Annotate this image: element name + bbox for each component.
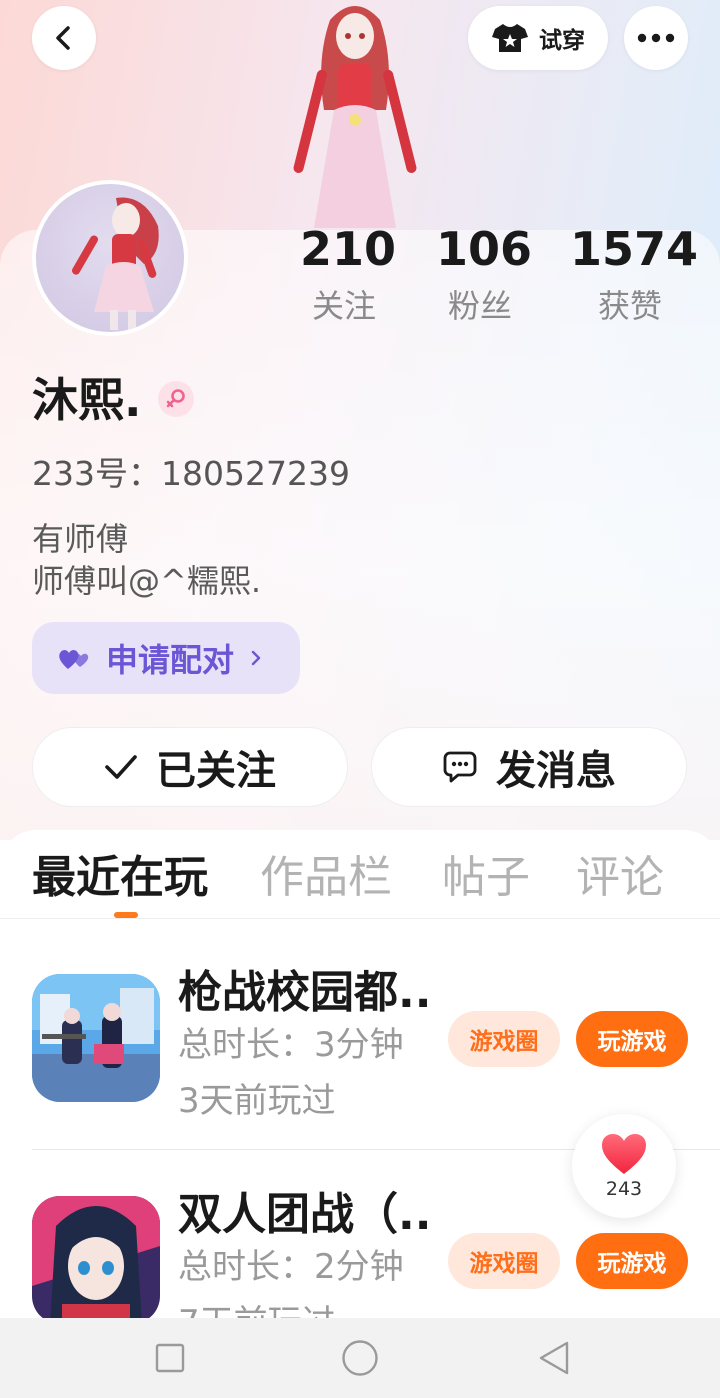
follow-button[interactable]: 已关注 xyxy=(32,727,348,807)
system-navigation-bar xyxy=(0,1318,720,1398)
following-label: 关注 xyxy=(311,287,376,325)
tshirt-icon xyxy=(492,24,528,52)
tab-recently-played[interactable]: 最近在玩 xyxy=(32,848,208,908)
chat-bubble-icon xyxy=(443,751,477,783)
game-duration: 总时长：2分钟 xyxy=(178,1247,404,1287)
try-on-label: 试穿 xyxy=(539,28,585,54)
heart-icon xyxy=(602,1134,646,1174)
more-options-button[interactable] xyxy=(624,6,688,70)
tab-comments[interactable]: 评论 xyxy=(576,848,664,908)
likes-count: 1574 xyxy=(570,222,699,276)
user-id: 233号：180527239 xyxy=(32,454,350,493)
send-message-button[interactable]: 发消息 xyxy=(371,727,687,807)
followers-count: 106 xyxy=(436,222,533,276)
checkmark-icon xyxy=(105,755,137,779)
pair-request-button[interactable]: 申请配对 xyxy=(32,622,300,694)
game-circle-button[interactable]: 游戏圈 xyxy=(448,1011,560,1067)
game-circle-button[interactable]: 游戏圈 xyxy=(448,1233,560,1289)
game-duration: 总时长：3分钟 xyxy=(178,1025,404,1065)
tab-posts[interactable]: 帖子 xyxy=(442,848,530,908)
following-stat[interactable]: 210 关注 xyxy=(300,222,397,328)
bio: 有师傅 师傅叫@^糯熙. xyxy=(32,518,261,602)
bio-line: 有师傅 xyxy=(32,520,129,558)
tab-works[interactable]: 作品栏 xyxy=(260,848,392,908)
recent-apps-button[interactable] xyxy=(150,1338,190,1378)
game-title: 双人团战（... xyxy=(178,1189,434,1240)
back-button[interactable] xyxy=(32,6,96,70)
square-icon xyxy=(155,1343,185,1373)
game-icon xyxy=(32,1196,160,1324)
try-on-button[interactable]: 试穿 xyxy=(468,6,608,70)
play-game-button[interactable]: 玩游戏 xyxy=(576,1011,688,1067)
chevron-left-icon xyxy=(56,26,70,50)
home-button[interactable] xyxy=(340,1338,380,1378)
back-nav-button[interactable] xyxy=(534,1338,574,1378)
play-game-button[interactable]: 玩游戏 xyxy=(576,1233,688,1289)
circle-icon xyxy=(342,1340,378,1376)
female-icon xyxy=(166,389,185,408)
double-heart-icon xyxy=(59,650,89,669)
pair-request-label: 申请配对 xyxy=(106,641,235,679)
username: 沐熙. xyxy=(32,373,142,427)
bio-line: 师傅叫@^糯熙. xyxy=(32,562,261,600)
avatar-image xyxy=(36,184,184,332)
following-count: 210 xyxy=(300,222,397,276)
likes-label: 获赞 xyxy=(597,287,662,325)
game-title: 枪战校园都... xyxy=(178,967,434,1018)
gender-badge xyxy=(158,381,194,417)
followers-label: 粉丝 xyxy=(447,287,512,325)
avatar[interactable] xyxy=(32,180,188,336)
follow-label: 已关注 xyxy=(156,748,276,794)
more-icon xyxy=(637,33,675,43)
character-avatar-figure xyxy=(293,6,417,228)
tab-divider xyxy=(0,918,720,919)
triangle-back-icon xyxy=(539,1341,569,1375)
chevron-right-icon xyxy=(251,650,261,666)
send-message-label: 发消息 xyxy=(496,748,616,794)
game-icon xyxy=(32,974,160,1102)
game-last-played: 3天前玩过 xyxy=(178,1081,336,1121)
likes-stat[interactable]: 1574 获赞 xyxy=(570,222,699,328)
like-button[interactable]: 243 xyxy=(572,1114,676,1218)
like-count: 243 xyxy=(605,1178,643,1200)
followers-stat[interactable]: 106 粉丝 xyxy=(436,222,533,328)
